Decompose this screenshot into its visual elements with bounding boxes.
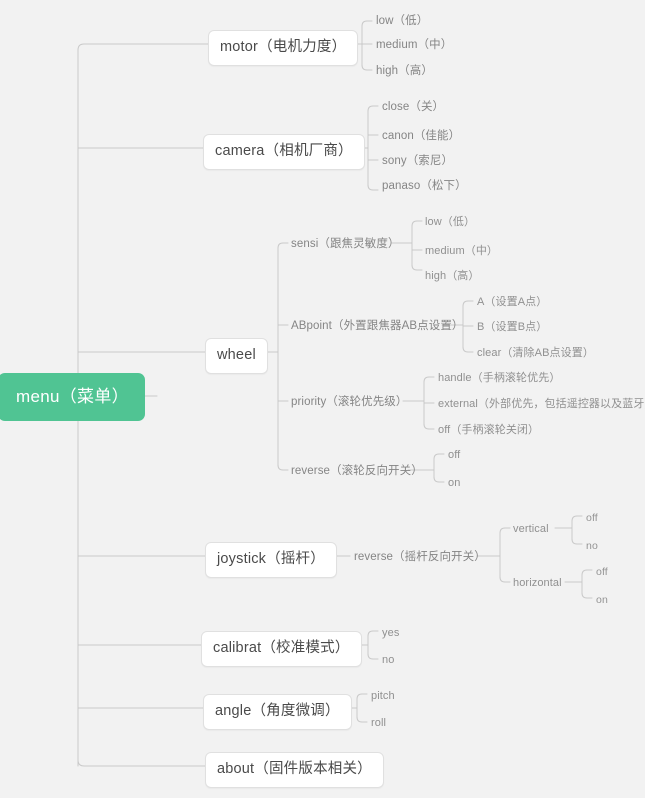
branch-node-wheel[interactable]: wheel [205, 338, 268, 374]
node-wheel-sensi[interactable]: sensi（跟焦灵敏度） [290, 237, 401, 253]
leaf-node-calibrat-yes[interactable]: yes [381, 626, 400, 641]
leaf-node-camera-canon[interactable]: canon（佳能） [381, 129, 461, 145]
leaf-node-priority-external[interactable]: external（外部优先，包括遥控器以及蓝牙） [437, 397, 645, 412]
node-wheel-priority[interactable]: priority（滚轮优先级） [290, 395, 409, 411]
leaf-node-motor-high[interactable]: high（高） [375, 64, 434, 80]
leaf-node-calibrat-no[interactable]: no [381, 653, 395, 668]
branch-node-about[interactable]: about（固件版本相关） [205, 752, 384, 788]
leaf-node-camera-panaso[interactable]: panaso（松下） [381, 179, 468, 195]
leaf-node-sensi-high[interactable]: high（高） [424, 269, 481, 284]
leaf-node-abpoint-clear[interactable]: clear（清除AB点设置） [476, 346, 595, 361]
branch-node-joystick[interactable]: joystick（摇杆） [205, 542, 337, 578]
leaf-node-horizontal-off[interactable]: off [595, 565, 609, 580]
leaf-node-wheel-reverse-on[interactable]: on [447, 476, 461, 491]
leaf-node-abpoint-a[interactable]: A（设置A点） [476, 295, 548, 310]
leaf-node-angle-roll[interactable]: roll [370, 716, 387, 731]
leaf-node-abpoint-b[interactable]: B（设置B点） [476, 320, 548, 335]
branch-node-angle[interactable]: angle（角度微调） [203, 694, 352, 730]
node-wheel-abpoint[interactable]: ABpoint（外置跟焦器AB点设置） [290, 319, 465, 335]
leaf-node-camera-sony[interactable]: sony（索尼） [381, 154, 454, 170]
root-node-menu[interactable]: menu（菜单） [0, 373, 145, 421]
branch-node-motor[interactable]: motor（电机力度） [208, 30, 359, 66]
leaf-node-vertical-no[interactable]: no [585, 539, 599, 554]
leaf-node-priority-off[interactable]: off（手柄滚轮关闭） [437, 423, 540, 438]
leaf-node-motor-medium[interactable]: medium（中） [375, 38, 453, 54]
node-joystick-horizontal[interactable]: horizontal [512, 576, 563, 591]
leaf-node-sensi-low[interactable]: low（低） [424, 215, 476, 230]
leaf-node-vertical-off[interactable]: off [585, 511, 599, 526]
node-wheel-reverse[interactable]: reverse（滚轮反向开关） [290, 464, 424, 480]
mindmap-canvas: menu（菜单） motor（电机力度） camera（相机厂商） wheel … [0, 0, 645, 798]
leaf-node-motor-low[interactable]: low（低） [375, 14, 429, 30]
leaf-node-wheel-reverse-off[interactable]: off [447, 448, 461, 463]
leaf-node-angle-pitch[interactable]: pitch [370, 689, 396, 704]
leaf-node-camera-close[interactable]: close（关） [381, 100, 445, 116]
node-joystick-vertical[interactable]: vertical [512, 522, 550, 537]
node-joystick-reverse[interactable]: reverse（摇杆反向开关） [353, 550, 487, 566]
branch-node-calibrat[interactable]: calibrat（校准模式） [201, 631, 362, 667]
branch-node-camera[interactable]: camera（相机厂商） [203, 134, 365, 170]
leaf-node-horizontal-on[interactable]: on [595, 593, 609, 608]
leaf-node-sensi-medium[interactable]: medium（中） [424, 244, 499, 259]
leaf-node-priority-handle[interactable]: handle（手柄滚轮优先） [437, 371, 561, 386]
